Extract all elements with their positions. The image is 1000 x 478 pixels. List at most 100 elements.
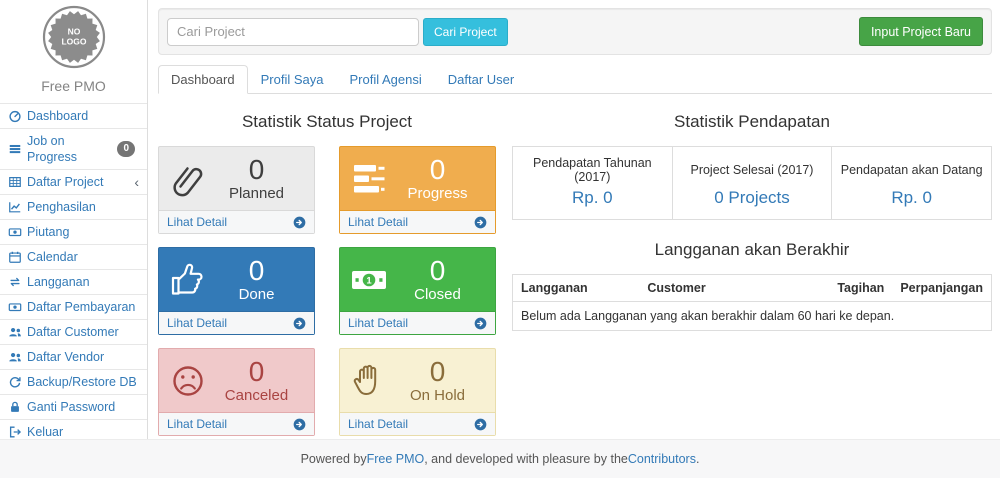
sidebar-item-label: Daftar Pembayaran [27,299,135,315]
main-content: Cari Project Input Project Baru Dashboar… [158,0,992,436]
onhold-label: On Hold [389,387,486,405]
footer-text: , and developed with pleasure by the [424,452,628,466]
card-progress: 0 Progress Lihat Detail [339,146,496,234]
tab-dashboard[interactable]: Dashboard [158,65,248,94]
card-done: 0 Done Lihat Detail [158,247,315,335]
tab-profil-agensi[interactable]: Profil Agensi [336,65,434,94]
tasks-icon [349,159,389,199]
revenue-section: Statistik Pendapatan Pendapatan Tahunan … [512,106,992,436]
sidebar-item-daftar-pembayaran[interactable]: Daftar Pembayaran [0,295,147,320]
detail-link-label: Lihat Detail [167,417,227,431]
arrow-circle-right-icon [293,216,306,229]
thumbs-up-icon [168,260,208,300]
free-pmo-link[interactable]: Free PMO [367,452,425,466]
sidebar-item-penghasilan[interactable]: Penghasilan [0,195,147,220]
planned-label: Planned [208,185,305,203]
page-footer: Powered by Free PMO , and developed with… [0,439,1000,478]
pendapatan-table: Pendapatan Tahunan (2017) Project Selesa… [512,146,992,220]
card-closed: 1 0 Closed Lihat Detail [339,247,496,335]
sidebar-item-label: Daftar Vendor [27,349,104,365]
sidebar-item-backup-restore[interactable]: Backup/Restore DB [0,370,147,395]
sidebar-item-label: Dashboard [27,108,88,124]
arrow-circle-right-icon [293,418,306,431]
money-icon [8,225,22,239]
onhold-detail-link[interactable]: Lihat Detail [340,412,495,435]
stat-label: Pendapatan Tahunan (2017) [513,147,673,187]
sign-out-icon [8,425,22,439]
sidebar-item-calendar[interactable]: Calendar [0,245,147,270]
search-button[interactable]: Cari Project [423,18,508,46]
onhold-count: 0 [389,357,486,387]
tab-daftar-user[interactable]: Daftar User [435,65,527,94]
detail-link-label: Lihat Detail [167,215,227,229]
input-project-baru-button[interactable]: Input Project Baru [859,17,983,46]
col-langganan: Langganan [513,275,640,302]
search-input[interactable] [167,18,419,46]
done-detail-link[interactable]: Lihat Detail [159,311,314,334]
card-on-hold: 0 On Hold Lihat Detail [339,348,496,436]
pendapatan-title: Statistik Pendapatan [512,112,992,132]
sidebar-item-label: Piutang [27,224,69,240]
card-canceled: 0 Canceled Lihat Detail [158,348,315,436]
sidebar-item-dashboard[interactable]: Dashboard [0,104,147,129]
sidebar-item-job-on-progress[interactable]: Job on Progress 0 [0,129,147,170]
arrow-circle-right-icon [293,317,306,330]
progress-label: Progress [389,185,486,203]
banknote-icon: 1 [349,260,389,300]
sidebar: NO LOGO Free PMO Dashboard Job on Progre… [0,0,148,440]
sidebar-item-label: Penghasilan [27,199,96,215]
arrow-circle-right-icon [474,317,487,330]
chevron-left-icon: ‹ [134,175,139,189]
sidebar-item-ganti-password[interactable]: Ganti Password [0,395,147,420]
closed-count: 0 [389,256,486,286]
sidebar-item-label: Backup/Restore DB [27,374,137,390]
footer-text: Powered by [301,452,367,466]
canceled-detail-link[interactable]: Lihat Detail [159,412,314,435]
planned-detail-link[interactable]: Lihat Detail [159,210,314,233]
closed-label: Closed [389,286,486,304]
empty-message: Belum ada Langganan yang akan berakhir d… [513,302,992,331]
sidebar-item-label: Daftar Customer [27,324,119,340]
stat-value: Rp. 0 [513,186,673,220]
tab-bar: Dashboard Profil Saya Profil Agensi Daft… [158,65,992,94]
col-tagihan: Tagihan [829,275,892,302]
stat-label: Project Selesai (2017) [672,147,832,187]
users-icon [8,325,22,339]
sidebar-item-label: Ganti Password [27,399,115,415]
sidebar-item-daftar-vendor[interactable]: Daftar Vendor [0,345,147,370]
dashboard-icon [8,109,22,123]
stat-label: Pendapatan akan Datang [832,147,992,187]
detail-link-label: Lihat Detail [348,417,408,431]
sidebar-item-piutang[interactable]: Piutang [0,220,147,245]
line-chart-icon [8,200,22,214]
sidebar-menu: Dashboard Job on Progress 0 Daftar Proje… [0,103,147,445]
contributors-link[interactable]: Contributors [628,452,696,466]
sidebar-item-langganan[interactable]: Langganan [0,270,147,295]
repeat-icon [8,275,22,289]
sidebar-item-label: Calendar [27,249,78,265]
refresh-icon [8,375,22,389]
closed-detail-link[interactable]: Lihat Detail [340,311,495,334]
status-section-title: Statistik Status Project [158,112,496,132]
logo-text-line1: NO [67,27,80,37]
sidebar-item-daftar-customer[interactable]: Daftar Customer [0,320,147,345]
table-icon [8,175,22,189]
langganan-title: Langganan akan Berakhir [512,240,992,260]
tab-profil-saya[interactable]: Profil Saya [248,65,337,94]
hand-icon [349,361,389,401]
logo-text-line2: LOGO [61,37,86,47]
footer-text: . [696,452,699,466]
sidebar-item-label: Keluar [27,424,63,440]
canceled-label: Canceled [208,387,305,405]
search-bar: Cari Project Input Project Baru [158,8,992,55]
progress-count: 0 [389,155,486,185]
money-icon [8,300,22,314]
sidebar-item-label: Daftar Project [27,174,103,190]
langganan-table: Langganan Customer Tagihan Perpanjangan … [512,274,992,331]
sidebar-item-daftar-project[interactable]: Daftar Project ‹ [0,170,147,195]
done-count: 0 [208,256,305,286]
progress-detail-link[interactable]: Lihat Detail [340,210,495,233]
col-customer: Customer [639,275,829,302]
detail-link-label: Lihat Detail [348,215,408,229]
no-logo-badge: NO LOGO [42,5,106,69]
